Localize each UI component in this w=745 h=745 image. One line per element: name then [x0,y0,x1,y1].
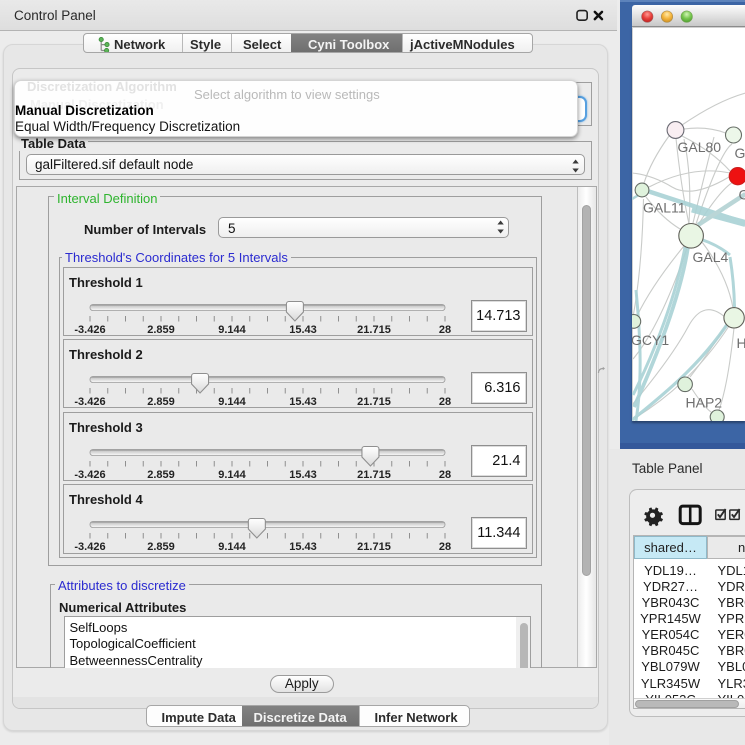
svg-text:21.715: 21.715 [357,541,391,553]
svg-text:9.144: 9.144 [218,324,246,335]
svg-text:28: 28 [439,541,451,553]
svg-text:9.144: 9.144 [218,396,246,407]
svg-text:H: H [736,335,745,351]
svg-text:-3.426: -3.426 [74,541,105,553]
svg-text:-3.426: -3.426 [74,324,105,335]
svg-text:GAL11: GAL11 [643,200,686,216]
svg-text:2.859: 2.859 [147,469,175,480]
svg-text:2.859: 2.859 [147,396,175,407]
svg-text:15.43: 15.43 [289,396,317,407]
svg-text:21.715: 21.715 [357,469,391,480]
svg-text:9.144: 9.144 [218,469,246,480]
svg-text:HAP2: HAP2 [685,394,722,410]
svg-text:-3.426: -3.426 [74,469,105,480]
svg-text:9.144: 9.144 [218,541,246,553]
svg-text:GAL80: GAL80 [677,139,721,155]
svg-text:GAL4: GAL4 [692,249,728,265]
svg-text:C: C [738,187,745,203]
svg-text:15.43: 15.43 [289,469,317,480]
svg-text:28: 28 [439,324,451,335]
svg-text:28: 28 [439,396,451,407]
svg-text:15.43: 15.43 [289,324,317,335]
svg-text:2.859: 2.859 [147,541,175,553]
svg-text:21.715: 21.715 [357,324,391,335]
svg-text:28: 28 [439,469,451,480]
svg-text:15.43: 15.43 [289,541,317,553]
svg-text:21.715: 21.715 [357,396,391,407]
svg-text:-3.426: -3.426 [74,396,105,407]
svg-text:GCY1: GCY1 [632,332,669,348]
svg-text:GA: GA [734,145,745,161]
svg-text:2.859: 2.859 [147,324,175,335]
